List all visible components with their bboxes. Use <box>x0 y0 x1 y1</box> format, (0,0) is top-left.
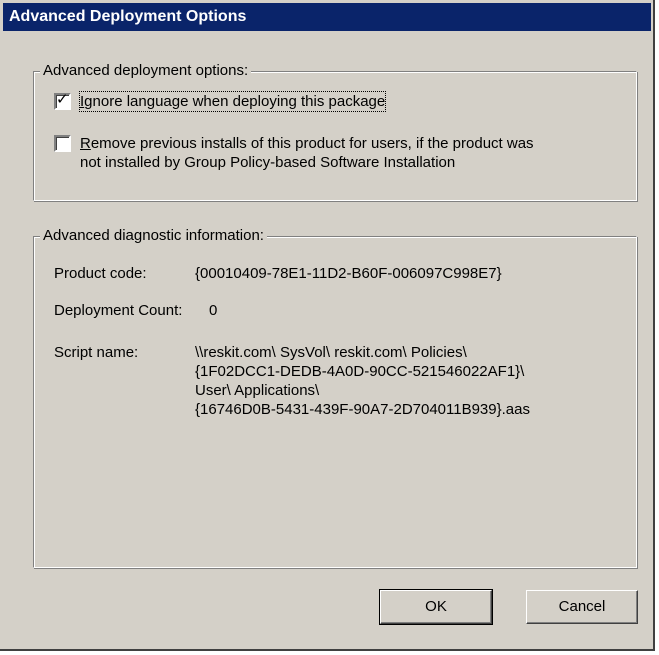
ignore-language-checkbox[interactable]: ✓ <box>54 91 71 110</box>
remove-previous-line1: Remove previous installs of this product… <box>80 135 534 152</box>
deployment-options-group: Advanced deployment options: ✓ Ignore la… <box>33 62 637 201</box>
checkmark-icon: ✓ <box>56 91 69 108</box>
title-bar[interactable]: Advanced Deployment Options <box>3 3 651 31</box>
ignore-language-label: Ignore language when deploying this pack… <box>78 91 387 112</box>
script-name-line: User\ Applications\ <box>195 382 320 399</box>
script-name-value: \\reskit.com\ SysVol\ reskit.com\ Polici… <box>195 343 530 419</box>
diagnostics-legend: Advanced diagnostic information: <box>40 227 267 245</box>
deployment-count-label: Deployment Count: <box>54 302 183 319</box>
product-code-value: {00010409-78E1-11D2-B60F-006097C998E7} <box>195 265 502 282</box>
ok-button[interactable]: OK <box>379 589 493 625</box>
remove-previous-option[interactable]: Remove previous installs of this product… <box>54 134 534 172</box>
remove-previous-checkbox[interactable] <box>54 135 71 152</box>
ignore-language-option[interactable]: ✓ Ignore language when deploying this pa… <box>54 91 387 112</box>
diagnostics-group: Advanced diagnostic information: Product… <box>33 227 637 568</box>
product-code-label: Product code: <box>54 265 147 282</box>
deployment-options-legend: Advanced deployment options: <box>40 62 252 80</box>
script-name-line: {1F02DCC1-DEDB-4A0D-90CC-521546022AF1}\ <box>195 363 525 380</box>
cancel-button[interactable]: Cancel <box>526 590 638 624</box>
window-title: Advanced Deployment Options <box>9 8 247 25</box>
remove-previous-label: Remove previous installs of this product… <box>80 134 534 172</box>
script-name-line: \\reskit.com\ SysVol\ reskit.com\ Polici… <box>195 344 467 361</box>
remove-previous-line2: not installed by Group Policy-based Soft… <box>80 154 456 171</box>
deployment-count-value: 0 <box>209 302 218 319</box>
script-name-line: {16746D0B-5431-439F-90A7-2D704011B939}.a… <box>195 401 530 418</box>
dialog-window: Advanced Deployment Options Advanced dep… <box>0 0 655 651</box>
script-name-label: Script name: <box>54 344 139 361</box>
